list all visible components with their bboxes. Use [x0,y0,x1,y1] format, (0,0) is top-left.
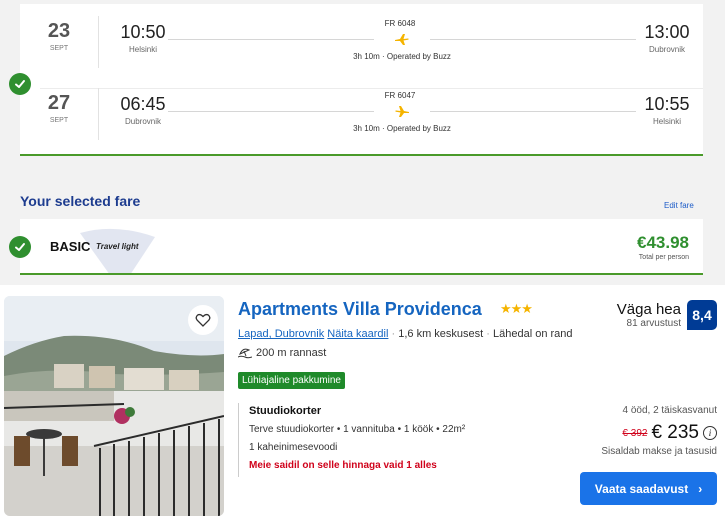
star-rating: ★★★ [500,301,533,316]
beach-icon [238,348,252,359]
flight-leg-return: 27 SEPT 06:45 Dubrovnik FR 6047 3h 10m ·… [20,88,703,148]
check-icon [9,73,31,95]
info-icon[interactable]: i [703,426,717,440]
divider [98,16,99,68]
fare-price-note: Total per person [638,254,689,261]
flight-card: 23 SEPT 10:50 Helsinki FR 6048 3h 10m · … [20,4,703,156]
hotel-card: Apartments Villa Providenca ★★★ Lapad, D… [0,285,725,528]
favorite-button[interactable] [188,305,218,335]
departure-city: Helsinki [128,45,157,54]
edit-fare-link[interactable]: Edit fare [664,201,694,210]
flight-duration: 3h 10m · Operated by Buzz [353,124,451,133]
page: 23 SEPT 10:50 Helsinki FR 6048 3h 10m · … [0,0,725,528]
hotel-location-row: Lapad, Dubrovnik Näita kaardil · 1,6 km … [238,328,573,340]
fare-name: BASIC [50,239,91,254]
see-availability-label: Vaata saadavust [594,481,689,496]
review-score-badge: 8,4 [687,300,717,330]
price-row: € 392 € 235 i [622,422,717,444]
departure: 10:50 Helsinki [108,22,178,54]
room-details: Terve stuudiokorter • 1 vannituba • 1 kö… [249,424,466,435]
route-line [168,111,374,112]
fare-card[interactable]: BASIC Travel light €43.98 Total per pers… [20,219,703,275]
flight-day: 23 [47,20,71,42]
hotel-name-link[interactable]: Apartments Villa Providenca [238,299,482,320]
beach-nearby-text: Lähedal on rand [493,328,573,340]
arrival-city: Helsinki [652,117,681,126]
flight-day: 27 [47,92,71,114]
check-icon [9,236,31,258]
beach-distance: 200 m rannast [256,347,327,359]
departure: 06:45 Dubrovnik [108,94,178,126]
heart-icon [195,313,211,327]
route-line [430,111,636,112]
beach-distance-row: 200 m rannast [238,347,326,359]
plane-icon [394,103,410,119]
bed-info: 1 kaheinimesevoodi [249,442,338,453]
flight-duration: 3h 10m · Operated by Buzz [353,52,451,61]
show-on-map-link[interactable]: Näita kaardil [327,328,388,340]
see-availability-button[interactable]: Vaata saadavust › [580,472,717,505]
review-count: 81 arvustust [626,318,681,329]
route-line [168,39,374,40]
flight-number: FR 6048 [384,19,416,28]
flight-date: 23 SEPT [34,20,84,52]
flight-month: SEPT [49,45,69,52]
fare-price: €43.98 [637,233,689,252]
fare-section-title: Your selected fare [20,193,141,209]
current-price: € 235 [651,422,699,443]
flight-date: 27 SEPT [34,92,84,124]
chevron-right-icon: › [698,481,703,496]
taxes-note: Sisaldab makse ja tasusid [601,446,717,457]
deal-badge: Lühiajaline pakkumine [238,372,345,389]
location-link[interactable]: Lapad, Dubrovnik [238,328,324,340]
departure-city: Dubrovnik [124,117,161,126]
room-divider [238,403,239,477]
availability-warning: Meie saidil on selle hinnaga vaid 1 alle… [249,460,437,471]
arrival: 13:00 Dubrovnik [632,22,702,54]
hotel-photo[interactable] [4,296,224,516]
divider [98,88,99,140]
route-line [430,39,636,40]
arrival-city: Dubrovnik [648,45,685,54]
old-price: € 392 [622,427,648,439]
flight-number: FR 6047 [384,91,416,100]
plane-icon [394,31,410,47]
flight-leg-outbound: 23 SEPT 10:50 Helsinki FR 6048 3h 10m · … [20,16,703,76]
fare-subtitle: Travel light [96,242,139,251]
arrival-time: 13:00 [644,22,690,42]
arrival-time: 10:55 [644,94,690,114]
stay-info: 4 ööd, 2 täiskasvanut [622,405,717,416]
rating-label: Väga hea [616,301,681,318]
distance-text: 1,6 km keskusest [398,328,484,340]
room-type: Stuudiokorter [249,405,322,417]
arrival: 10:55 Helsinki [632,94,702,126]
flight-month: SEPT [49,117,69,124]
